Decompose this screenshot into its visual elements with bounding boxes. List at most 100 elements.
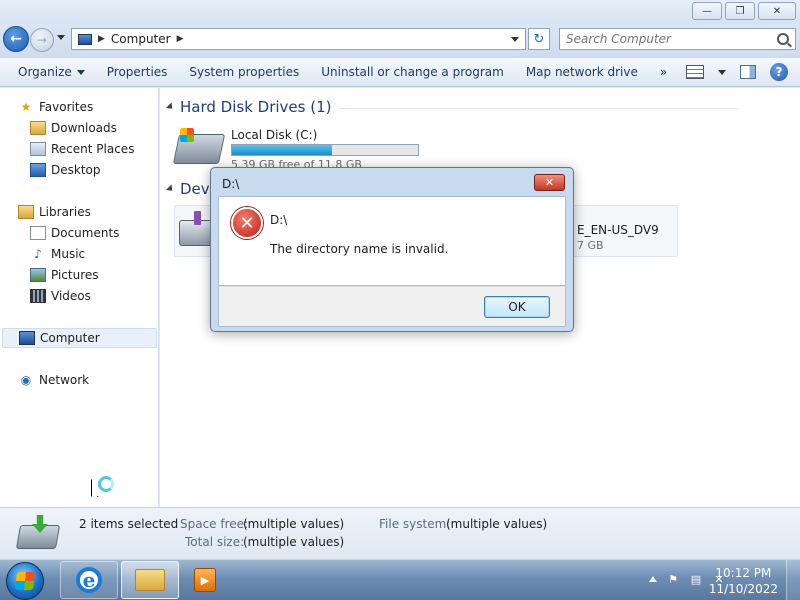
window-titlebar: — ❐ ✕	[0, 0, 800, 24]
minimize-button[interactable]: —	[692, 2, 722, 20]
computer-icon	[78, 33, 92, 45]
nav-item-network[interactable]: ◉ Network	[18, 370, 89, 390]
start-button[interactable]	[6, 562, 44, 600]
error-dialog: D:\ ✕ ✕ D:\ The directory name is invali…	[210, 167, 574, 332]
group-divider	[339, 108, 740, 109]
error-icon: ✕	[231, 207, 263, 239]
nav-item-downloads[interactable]: Downloads	[30, 118, 117, 138]
taskbar-internet-explorer[interactable]: e	[60, 561, 118, 599]
nav-item-recent-places[interactable]: Recent Places	[30, 139, 134, 159]
windows-logo-icon	[180, 128, 194, 142]
show-hidden-icons-icon[interactable]	[649, 576, 657, 582]
organize-label: Organize	[18, 65, 72, 79]
preview-pane-icon[interactable]	[740, 65, 756, 79]
nav-item-label: Downloads	[51, 121, 117, 135]
network-icon: ◉	[20, 373, 32, 387]
file-system-label: File system:	[379, 517, 451, 531]
collapse-icon	[165, 184, 176, 194]
view-controls: ?	[686, 63, 788, 81]
file-system-value: (multiple values)	[446, 517, 548, 531]
drive-item-local-disk[interactable]: Local Disk (C:) 5.39 GB free of 11.8 GB	[172, 128, 426, 171]
nav-item-label: Documents	[51, 226, 120, 240]
group-header-hard-disk-drives[interactable]: Hard Disk Drives (1)	[165, 98, 740, 116]
recent-pages-dropdown[interactable]	[57, 35, 65, 40]
device-name: E_EN-US_DV9	[577, 223, 659, 237]
breadcrumb-separator-icon[interactable]: ▶	[98, 34, 105, 44]
breadcrumb-computer[interactable]: Computer	[111, 32, 171, 46]
dialog-message: The directory name is invalid.	[270, 242, 449, 256]
space-free-label: Space free:	[180, 517, 249, 531]
computer-icon	[19, 331, 35, 345]
windows-logo-icon	[15, 572, 35, 590]
nav-item-computer[interactable]: Computer	[2, 328, 157, 348]
dialog-title: D:\	[222, 177, 240, 191]
map-network-drive-button[interactable]: Map network drive	[515, 58, 649, 87]
nav-item-desktop[interactable]: Desktop	[30, 160, 101, 180]
forward-button[interactable]: →	[30, 28, 54, 52]
details-pane: 2 items selected Space free: (multiple v…	[0, 507, 800, 559]
downloads-folder-icon	[30, 121, 46, 135]
properties-button[interactable]: Properties	[96, 58, 179, 87]
help-icon[interactable]: ?	[770, 63, 788, 81]
maximize-button[interactable]: ❐	[725, 2, 755, 20]
breadcrumb-separator-icon[interactable]: ▶	[177, 34, 184, 44]
view-options-dropdown-icon[interactable]	[718, 69, 726, 75]
libraries-icon	[18, 205, 34, 219]
drive-usage-bar	[231, 144, 419, 156]
nav-item-pictures[interactable]: Pictures	[30, 265, 99, 285]
command-bar: Organize Properties System properties Un…	[0, 58, 800, 87]
selection-count: 2 items selected	[79, 517, 179, 531]
nav-item-music[interactable]: ♪ Music	[30, 244, 85, 264]
media-player-icon: ▶	[194, 568, 216, 592]
ok-button[interactable]: OK	[484, 296, 550, 318]
nav-item-label: Favorites	[39, 100, 94, 114]
nav-item-label: Pictures	[51, 268, 99, 282]
pictures-icon	[30, 268, 46, 282]
selection-icon	[15, 515, 61, 551]
search-icon[interactable]	[777, 33, 789, 45]
navigation-pane: ★ Favorites Downloads Recent Places Desk…	[0, 88, 159, 507]
uninstall-program-button[interactable]: Uninstall or change a program	[310, 58, 515, 87]
refresh-button[interactable]: ↻	[528, 28, 550, 50]
window-controls: — ❐ ✕	[692, 2, 796, 20]
space-free-value: (multiple values)	[243, 517, 345, 531]
nav-item-libraries[interactable]: Libraries	[18, 202, 91, 222]
close-button[interactable]: ✕	[758, 2, 796, 20]
address-bar[interactable]: ▶ Computer ▶	[71, 28, 526, 50]
dialog-close-button[interactable]: ✕	[534, 174, 565, 191]
device-size: 7 GB	[577, 239, 604, 252]
nav-item-label: Videos	[51, 289, 91, 303]
dialog-body: ✕ D:\ The directory name is invalid.	[218, 196, 566, 286]
address-dropdown-icon[interactable]	[511, 36, 519, 42]
show-desktop-button[interactable]	[786, 560, 800, 600]
search-input[interactable]	[566, 32, 766, 46]
nav-item-favorites[interactable]: ★ Favorites	[18, 97, 94, 117]
taskbar-media-player[interactable]: ▶	[182, 561, 228, 599]
back-button[interactable]: ←	[3, 26, 29, 52]
more-commands-button[interactable]: »	[649, 58, 678, 87]
nav-item-label: Music	[51, 247, 86, 261]
explorer-folder-icon	[135, 569, 165, 591]
recent-places-icon	[30, 142, 46, 156]
network-status-icon[interactable]: ▤	[689, 572, 703, 586]
group-header-label: Hard Disk Drives (1)	[180, 98, 332, 116]
music-icon: ♪	[34, 247, 42, 261]
action-center-flag-icon[interactable]: ⚑	[666, 572, 680, 586]
change-view-icon[interactable]	[686, 65, 704, 79]
taskbar-windows-explorer[interactable]	[121, 561, 179, 599]
desktop-icon	[30, 163, 46, 177]
documents-icon	[30, 226, 46, 240]
search-box[interactable]	[559, 28, 796, 50]
group-header-label: Devi	[180, 180, 214, 198]
group-header-devices[interactable]: Devi	[165, 180, 214, 198]
system-properties-button[interactable]: System properties	[178, 58, 310, 87]
nav-item-label: Computer	[40, 331, 100, 345]
dvd-drive-icon	[179, 211, 213, 246]
nav-item-videos[interactable]: Videos	[30, 286, 91, 306]
drive-name: Local Disk (C:)	[231, 128, 318, 142]
nav-item-documents[interactable]: Documents	[30, 223, 119, 243]
internet-explorer-icon: e	[76, 567, 102, 593]
system-clock[interactable]: 10:12 PM 11/10/2022	[709, 565, 778, 597]
organize-menu[interactable]: Organize	[0, 58, 96, 87]
total-size-label: Total size:	[185, 535, 245, 549]
